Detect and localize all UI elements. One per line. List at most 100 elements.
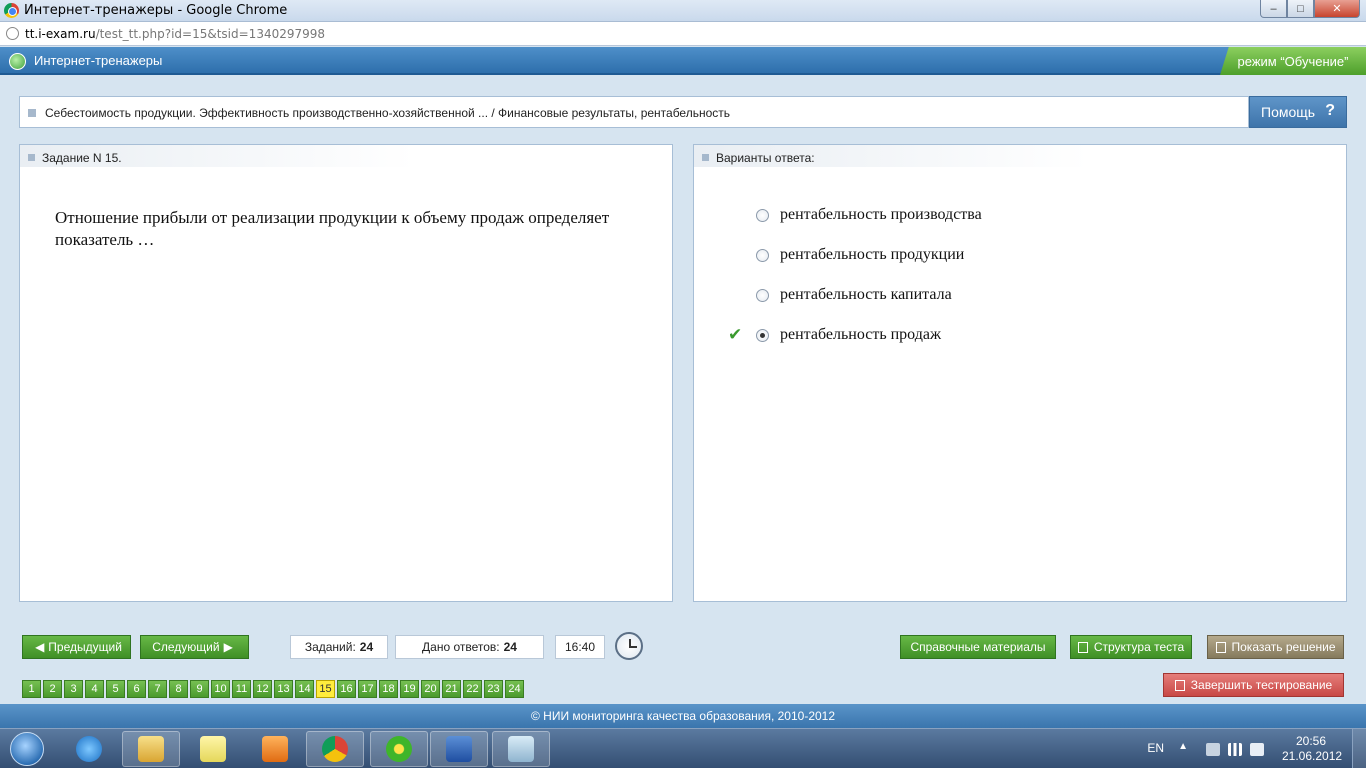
question-pager: 1 2 3 4 5 6 7 8 9 10 11 12 13 14 15 16 17 18 19 20 21 22 23 24 [22, 680, 524, 698]
notepad-taskbar-button[interactable] [492, 731, 550, 767]
radio-button[interactable] [756, 209, 769, 222]
answer-option-4[interactable]: ✔ рентабельность продаж [694, 323, 1344, 363]
page-button-6[interactable]: 6 [127, 680, 146, 698]
flag-icon[interactable] [1206, 743, 1220, 756]
page-button-19[interactable]: 19 [400, 680, 419, 698]
answer-option-2[interactable]: рентабельность продукции [694, 243, 1344, 283]
page-button-15[interactable]: 15 [316, 680, 335, 698]
page-button-17[interactable]: 17 [358, 680, 377, 698]
solution-label: Показать решение [1231, 640, 1336, 654]
page-button-10[interactable]: 10 [211, 680, 230, 698]
timer: 16:40 [555, 635, 605, 659]
page-button-1[interactable]: 1 [22, 680, 41, 698]
breadcrumb: Себестоимость продукции. Эффективность п… [19, 96, 1249, 128]
tray-expand-icon[interactable]: ▲ [1178, 741, 1188, 752]
minimize-button[interactable]: ‒ [1260, 0, 1287, 18]
page-button-8[interactable]: 8 [169, 680, 188, 698]
page-button-11[interactable]: 11 [232, 680, 251, 698]
radio-button[interactable] [756, 289, 769, 302]
page-button-13[interactable]: 13 [274, 680, 293, 698]
media-player-icon [262, 736, 288, 762]
breadcrumb-text: Себестоимость продукции. Эффективность п… [45, 106, 731, 120]
window-title: Интернет-тренажеры - Google Chrome [24, 3, 288, 18]
reference-materials-button[interactable]: Справочные материалы [900, 635, 1056, 659]
task-number: Задание N 15. [42, 151, 122, 165]
test-structure-button[interactable]: Структура теста [1070, 635, 1192, 659]
close-button[interactable]: ✕ [1314, 0, 1360, 18]
media-player-taskbar-button[interactable] [246, 731, 304, 767]
page-button-23[interactable]: 23 [484, 680, 503, 698]
word-taskbar-button[interactable] [430, 731, 488, 767]
next-label: Следующий [152, 640, 220, 654]
previous-button[interactable]: ◀ Предыдущий [22, 635, 131, 659]
help-button[interactable]: Помощь ? [1249, 96, 1347, 128]
clock-time: 20:56 [1295, 734, 1327, 748]
radio-button-selected[interactable] [756, 329, 769, 342]
system-tray: EN ▲ 20:56 21.06.2012 [1136, 729, 1366, 768]
answers-count: Дано ответов: 24 [395, 635, 544, 659]
page-button-9[interactable]: 9 [190, 680, 209, 698]
language-indicator[interactable]: EN [1147, 741, 1164, 755]
notepad-icon [508, 736, 534, 762]
chrome-icon [4, 3, 19, 18]
question-text: Отношение прибыли от реализации продукци… [55, 208, 610, 249]
page-button-18[interactable]: 18 [379, 680, 398, 698]
next-button[interactable]: Следующий ▶ [140, 635, 249, 659]
page-button-24[interactable]: 24 [505, 680, 524, 698]
app-title: Интернет-тренажеры [34, 53, 163, 68]
page-button-4[interactable]: 4 [85, 680, 104, 698]
checkmark-icon: ✔ [728, 325, 743, 344]
tasks-label: Заданий: [304, 640, 356, 654]
task-panel: Задание N 15. Отношение прибыли от реали… [19, 144, 673, 602]
maximize-button[interactable]: □ [1287, 0, 1314, 18]
url-path: /test_tt.php?id=15&tsid=1340297998 [95, 27, 326, 41]
start-button[interactable] [2, 730, 52, 768]
volume-icon[interactable] [1250, 743, 1264, 756]
show-solution-button[interactable]: Показать решение [1207, 635, 1344, 659]
page-button-16[interactable]: 16 [337, 680, 356, 698]
windows-taskbar: EN ▲ 20:56 21.06.2012 [0, 728, 1366, 768]
arrow-right-icon: ▶ [223, 640, 233, 654]
page-button-21[interactable]: 21 [442, 680, 461, 698]
page-button-20[interactable]: 20 [421, 680, 440, 698]
globe-icon [6, 27, 19, 40]
page-button-2[interactable]: 2 [43, 680, 62, 698]
url-host: tt.i-exam.ru [25, 27, 96, 41]
page-button-14[interactable]: 14 [295, 680, 314, 698]
arrow-left-icon: ◀ [35, 640, 45, 654]
page-button-3[interactable]: 3 [64, 680, 83, 698]
radio-button[interactable] [756, 249, 769, 262]
finish-test-button[interactable]: Завершить тестирование [1163, 673, 1344, 697]
window-titlebar: Интернет-тренажеры - Google Chrome ‒ □ ✕ [0, 0, 1366, 22]
icq-taskbar-button[interactable] [370, 731, 428, 767]
finish-label: Завершить тестирование [1190, 678, 1333, 692]
explorer-taskbar-button[interactable] [122, 731, 180, 767]
answer-option-3[interactable]: рентабельность капитала [694, 283, 1344, 323]
page-button-5[interactable]: 5 [106, 680, 125, 698]
show-desktop-button[interactable] [1352, 729, 1366, 768]
answers-panel: Варианты ответа: рентабельность производ… [693, 144, 1347, 602]
tasks-count: Заданий: 24 [290, 635, 388, 659]
folder-icon [138, 736, 164, 762]
page-button-12[interactable]: 12 [253, 680, 272, 698]
page-button-22[interactable]: 22 [463, 680, 482, 698]
answer-options: рентабельность производства рентабельнос… [694, 203, 1344, 363]
clock-display[interactable]: 20:56 21.06.2012 [1282, 734, 1343, 764]
url-text[interactable]: tt.i-exam.ru/test_tt.php?id=15&tsid=1340… [25, 27, 325, 41]
bullet-icon [28, 154, 35, 161]
ie-taskbar-button[interactable] [60, 731, 118, 767]
tasks-value: 24 [359, 640, 374, 654]
app-logo-icon [9, 53, 26, 70]
answers-count-value: 24 [503, 640, 517, 654]
network-signal-icon[interactable] [1228, 743, 1242, 756]
address-bar[interactable]: tt.i-exam.ru/test_tt.php?id=15&tsid=1340… [0, 22, 1366, 46]
chrome-taskbar-button[interactable] [306, 731, 364, 767]
window-controls: ‒ □ ✕ [1260, 0, 1360, 18]
clock-date: 21.06.2012 [1282, 749, 1343, 763]
page-footer: © НИИ мониторинга качества образования, … [0, 704, 1366, 728]
answer-option-1[interactable]: рентабельность производства [694, 203, 1344, 243]
task-header: Задание N 15. [20, 145, 415, 167]
page-button-7[interactable]: 7 [148, 680, 167, 698]
sticky-notes-taskbar-button[interactable] [184, 731, 242, 767]
answer-text: рентабельность капитала [780, 286, 952, 303]
